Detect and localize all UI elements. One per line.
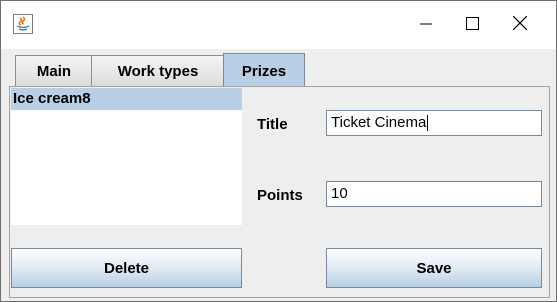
prizes-panel: Ice cream8 Title Ticket Cinema Points 10…	[9, 86, 550, 298]
list-item[interactable]: Ice cream8	[11, 88, 242, 110]
tab-prizes[interactable]: Prizes	[223, 53, 305, 88]
points-label: Points	[257, 187, 303, 204]
java-icon	[13, 14, 33, 34]
points-input-value: 10	[331, 185, 348, 202]
title-input-value: Ticket Cinema	[331, 114, 427, 131]
tab-main[interactable]: Main	[15, 55, 93, 86]
minimize-icon	[420, 17, 432, 34]
tab-work-types[interactable]: Work types	[91, 55, 225, 86]
close-icon	[512, 15, 528, 34]
app-window: Main Work types Prizes Ice cream8 Title …	[0, 0, 557, 302]
maximize-icon	[465, 16, 479, 34]
points-input[interactable]: 10	[326, 181, 542, 207]
close-button[interactable]	[495, 1, 545, 49]
prizes-list[interactable]: Ice cream8	[11, 88, 242, 225]
title-input[interactable]: Ticket Cinema	[326, 110, 542, 136]
title-bar	[1, 1, 556, 49]
save-button[interactable]: Save	[326, 248, 542, 288]
title-label: Title	[257, 116, 288, 133]
maximize-button[interactable]	[447, 1, 497, 49]
delete-button[interactable]: Delete	[11, 248, 242, 288]
minimize-button[interactable]	[401, 1, 451, 49]
text-caret	[427, 115, 429, 132]
